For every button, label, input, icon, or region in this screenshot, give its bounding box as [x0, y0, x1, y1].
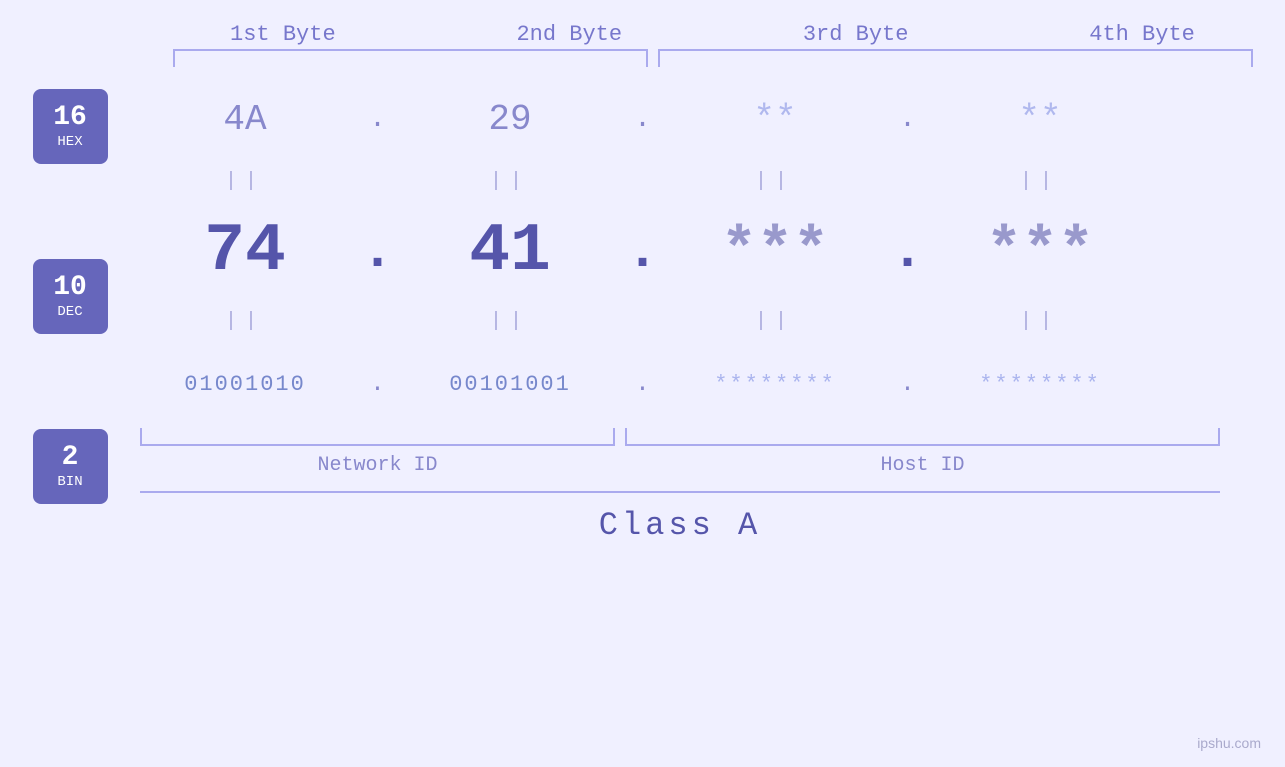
- bin-badge: 2 BIN: [33, 429, 108, 504]
- dec-byte3: ***: [670, 218, 880, 286]
- top-bracket-host: [658, 49, 1253, 67]
- byte2-header: 2nd Byte: [464, 22, 674, 47]
- bin-dot2: .: [615, 371, 670, 398]
- main-content: 16 HEX 10 DEC 2 BIN 4A . 29 . ** . **: [0, 79, 1285, 544]
- dec-badge: 10 DEC: [33, 259, 108, 334]
- hex-dot1: .: [350, 104, 405, 135]
- eq1-b1: ||: [140, 170, 350, 193]
- top-bracket-row: [173, 49, 1253, 67]
- hex-byte3: **: [670, 99, 880, 140]
- bottom-bracket-network: [140, 428, 615, 446]
- eq2-b4: ||: [935, 310, 1145, 333]
- bin-byte4: ********: [935, 372, 1145, 397]
- hex-badge: 16 HEX: [33, 89, 108, 164]
- dec-byte1: 74: [140, 213, 350, 290]
- dec-dot3: .: [880, 220, 935, 283]
- byte3-header: 3rd Byte: [751, 22, 961, 47]
- hex-byte2: 29: [405, 99, 615, 140]
- dec-dot1: .: [350, 220, 405, 283]
- host-id-label: Host ID: [625, 454, 1220, 477]
- bin-dot3: .: [880, 371, 935, 398]
- hex-dot3: .: [880, 104, 935, 135]
- eq2-b1: ||: [140, 310, 350, 333]
- equals-row-1: || || || ||: [140, 159, 1220, 204]
- bin-byte1: 01001010: [140, 372, 350, 397]
- dec-row: 74 . 41 . *** . ***: [140, 204, 1220, 299]
- byte1-header: 1st Byte: [178, 22, 388, 47]
- eq1-b3: ||: [670, 170, 880, 193]
- hex-dot2: .: [615, 104, 670, 135]
- bin-byte2: 00101001: [405, 372, 615, 397]
- class-bracket-line: [140, 491, 1220, 493]
- eq1-b4: ||: [935, 170, 1145, 193]
- byte-headers: 1st Byte 2nd Byte 3rd Byte 4th Byte: [173, 22, 1253, 47]
- data-rows: 4A . 29 . ** . ** || || || || 74: [140, 79, 1220, 544]
- bottom-bracket-host: [625, 428, 1220, 446]
- eq2-b2: ||: [405, 310, 615, 333]
- eq1-b2: ||: [405, 170, 615, 193]
- watermark: ipshu.com: [1197, 735, 1261, 751]
- top-bracket-network: [173, 49, 648, 67]
- class-label: Class A: [599, 507, 761, 544]
- id-labels-row: Network ID Host ID: [140, 454, 1220, 477]
- dec-byte2: 41: [405, 213, 615, 290]
- equals-row-2: || || || ||: [140, 299, 1220, 344]
- hex-byte1: 4A: [140, 99, 350, 140]
- eq2-b3: ||: [670, 310, 880, 333]
- main-container: 1st Byte 2nd Byte 3rd Byte 4th Byte 16 H…: [0, 0, 1285, 767]
- hex-row: 4A . 29 . ** . **: [140, 79, 1220, 159]
- class-section: Class A: [140, 491, 1220, 544]
- bin-row: 01001010 . 00101001 . ******** . *******…: [140, 344, 1220, 424]
- bottom-bracket-row: [140, 428, 1220, 446]
- network-id-label: Network ID: [140, 454, 615, 477]
- byte4-header: 4th Byte: [1037, 22, 1247, 47]
- bin-byte3: ********: [670, 372, 880, 397]
- badges-column: 16 HEX 10 DEC 2 BIN: [0, 79, 140, 544]
- hex-byte4: **: [935, 99, 1145, 140]
- dec-dot2: .: [615, 220, 670, 283]
- bin-dot1: .: [350, 371, 405, 398]
- dec-byte4: ***: [935, 218, 1145, 286]
